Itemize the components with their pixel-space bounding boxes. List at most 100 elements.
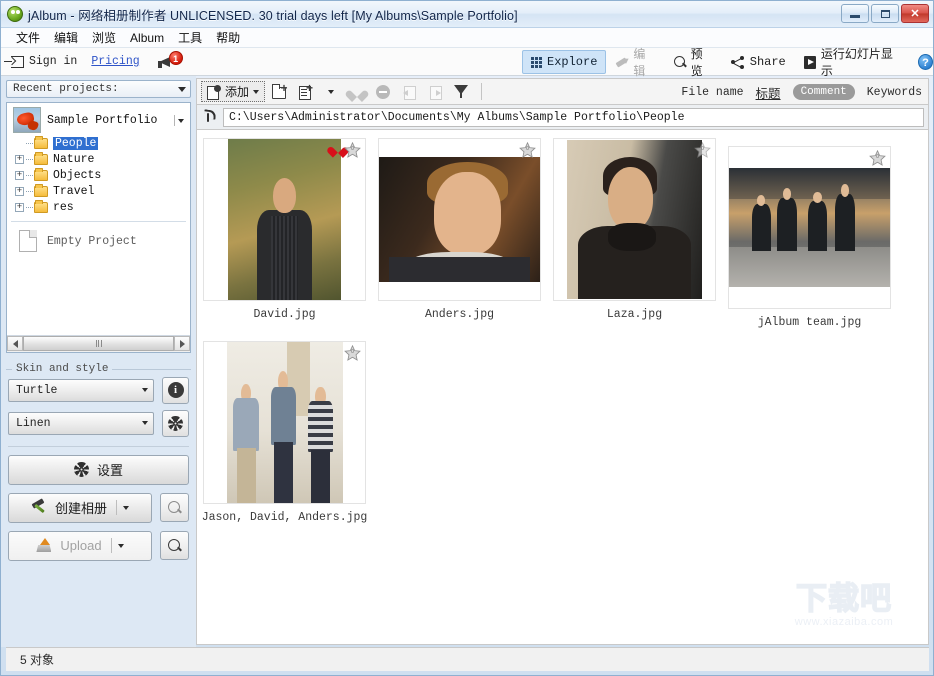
rotate-right-button[interactable] [423,81,447,102]
tab-preview-label: 预览 [690,48,703,79]
menu-item-tools[interactable]: 工具 [171,28,209,47]
recent-projects-select[interactable]: Recent projects: [6,80,191,98]
tree-item-objects[interactable]: + Objects [15,167,190,183]
grid-item[interactable]: 0 Jason, David, Anders.jpg [202,341,367,524]
thumbnail-frame[interactable]: 0 [203,138,366,301]
skin-select[interactable]: Turtle [8,378,154,402]
style-value: Linen [16,416,51,430]
folder-icon [34,135,48,149]
tab-slideshow[interactable]: 运行幻灯片显示 [795,48,908,79]
tab-preview[interactable]: 预览 [665,48,722,79]
menu-item-edit[interactable]: 编辑 [47,28,85,47]
tree-expander[interactable]: + [15,202,24,212]
help-icon[interactable]: ? [917,54,933,70]
announcements-button[interactable]: 1 [157,50,183,71]
menu-item-file[interactable]: 文件 [9,28,47,47]
scroll-right-button[interactable] [174,336,190,351]
rating-star-icon[interactable]: 0 [519,142,536,158]
close-button[interactable]: ✕ [901,4,929,23]
tree-item-res[interactable]: + res [15,199,190,215]
rating-star-icon[interactable]: 0 [344,345,361,361]
notification-badge: 1 [168,50,183,65]
sort-field-keywords[interactable]: Keywords [867,86,922,99]
rating-star-icon[interactable]: 0 [694,142,711,158]
empty-project-item[interactable]: Empty Project [7,222,190,252]
tree-expander[interactable]: + [15,170,24,180]
sign-in-button[interactable]: Sign in [4,55,78,68]
upload-button[interactable]: Upload [8,530,152,561]
sort-field-comment[interactable]: Comment [792,84,855,100]
mode-switcher: Explore 编辑 预览 Share 运行幻灯片显示 ? [522,48,933,79]
tree-item-people[interactable]: People [15,135,190,151]
thumbnail-frame[interactable]: 0 [203,341,366,504]
tree-item-nature[interactable]: + Nature [15,151,190,167]
pricing-link[interactable]: Pricing [91,55,139,68]
rating-star-icon[interactable]: 0 [869,150,886,166]
project-header[interactable]: Sample Portfolio [7,103,190,135]
thumbnail-image [379,157,540,282]
make-album-dropdown[interactable] [116,500,129,515]
filter-button[interactable] [449,81,473,102]
thumbnail-frame[interactable]: 0 [553,138,716,301]
rotate-left-icon [402,85,417,100]
account-mode-bar: Sign in Pricing 1 Explore 编辑 预览 Share 运行… [1,48,933,79]
make-album-button[interactable]: 创建相册 [8,492,152,523]
view-online-button[interactable] [160,531,189,560]
make-album-label: 创建相册 [54,501,107,516]
tab-share[interactable]: Share [722,50,795,74]
go-up-button[interactable] [203,110,217,124]
tree-dash [26,142,33,144]
tree-expander[interactable] [15,139,24,148]
add-photo-icon [207,84,221,100]
grid-item[interactable]: 0 jAlbum team.jpg [728,146,891,329]
grid-item[interactable]: 0 Anders.jpg [378,138,541,329]
skin-info-button[interactable]: i [162,376,189,404]
path-input[interactable]: C:\Users\Administrator\Documents\My Albu… [223,107,924,127]
style-settings-button[interactable] [162,409,189,437]
tree-item-travel[interactable]: + Travel [15,183,190,199]
scroll-thumb[interactable] [23,336,174,351]
preview-album-button[interactable] [160,493,189,522]
scroll-track[interactable] [23,336,174,351]
sign-in-label: Sign in [29,55,78,68]
thumbnail-frame[interactable]: 0 [728,146,891,309]
project-menu-button[interactable] [174,115,184,126]
photo-art [567,140,702,299]
tab-explore[interactable]: Explore [522,50,607,74]
menu-item-album[interactable]: Album [123,30,171,46]
exclude-button[interactable] [371,81,395,102]
menu-item-help[interactable]: 帮助 [209,28,247,47]
projects-horizontal-scrollbar[interactable] [7,334,190,352]
rating-star-icon[interactable]: 0 [344,142,361,158]
tree-expander[interactable]: + [15,186,24,196]
maximize-button[interactable] [871,4,899,23]
tab-edit[interactable]: 编辑 [606,48,664,79]
new-folder-button[interactable]: + [267,81,291,102]
grid-item-caption: Laza.jpg [606,308,663,321]
style-select[interactable]: Linen [8,411,154,435]
new-list-button[interactable]: + [293,81,317,102]
grid-item[interactable]: 0 Laza.jpg [553,138,716,329]
rotate-left-button[interactable] [397,81,421,102]
menu-item-browse[interactable]: 浏览 [85,28,123,47]
chevron-down-icon [123,505,129,510]
favorite-button[interactable] [345,81,369,102]
favorite-flag-icon[interactable] [331,143,344,155]
add-button-label: 添加 [225,85,250,99]
dropdown-button[interactable] [319,81,343,102]
upload-dropdown[interactable] [110,538,124,553]
grid-item[interactable]: 0 David.jpg [203,138,366,329]
tree-dash [26,206,33,208]
project-tree: People + Nature + Objects + Travel + res [7,135,190,215]
scroll-left-button[interactable] [7,336,23,351]
minimize-button[interactable] [841,4,869,23]
content-toolbar: 添加 + + File name 标题 Comment Keywords [196,78,929,104]
thumbnail-frame[interactable]: 0 [378,138,541,301]
content-panel: 添加 + + File name 标题 Comment Keywords C:\… [196,76,933,647]
add-button[interactable]: 添加 [201,81,266,102]
settings-button[interactable]: 设置 [8,454,189,485]
folder-icon [34,183,48,197]
tree-expander[interactable]: + [15,154,24,164]
sort-field-title[interactable]: 标题 [756,83,781,102]
sort-field-filename[interactable]: File name [681,86,743,99]
